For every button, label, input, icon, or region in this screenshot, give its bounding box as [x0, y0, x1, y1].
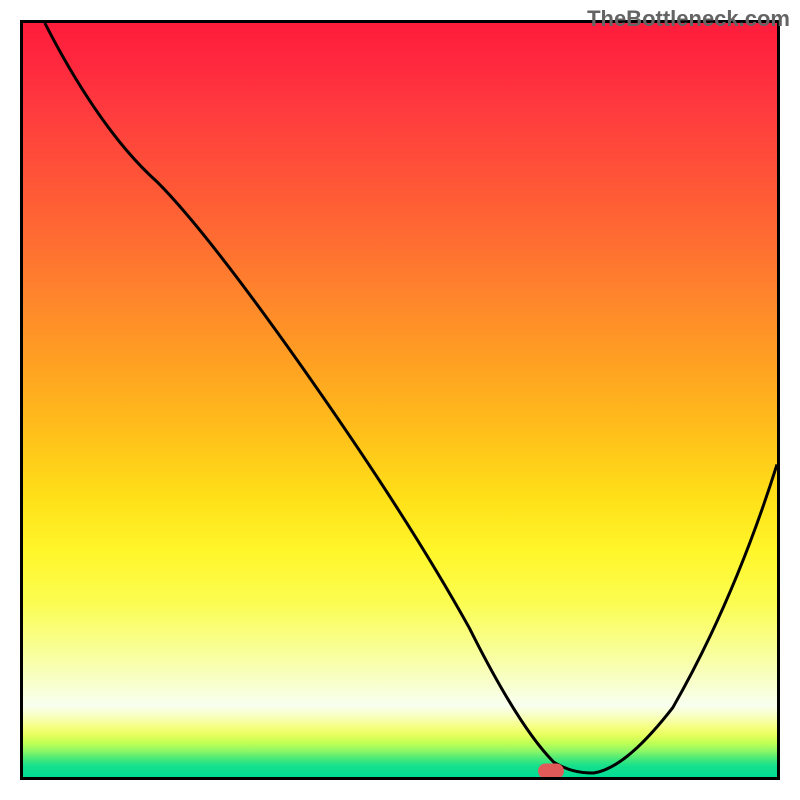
watermark-text: TheBottleneck.com — [587, 6, 790, 32]
curve-svg — [23, 23, 777, 777]
plot-area — [20, 20, 780, 780]
chart-container: TheBottleneck.com — [0, 0, 800, 800]
bottleneck-curve-path — [45, 23, 777, 773]
optimal-point-marker — [538, 763, 564, 778]
